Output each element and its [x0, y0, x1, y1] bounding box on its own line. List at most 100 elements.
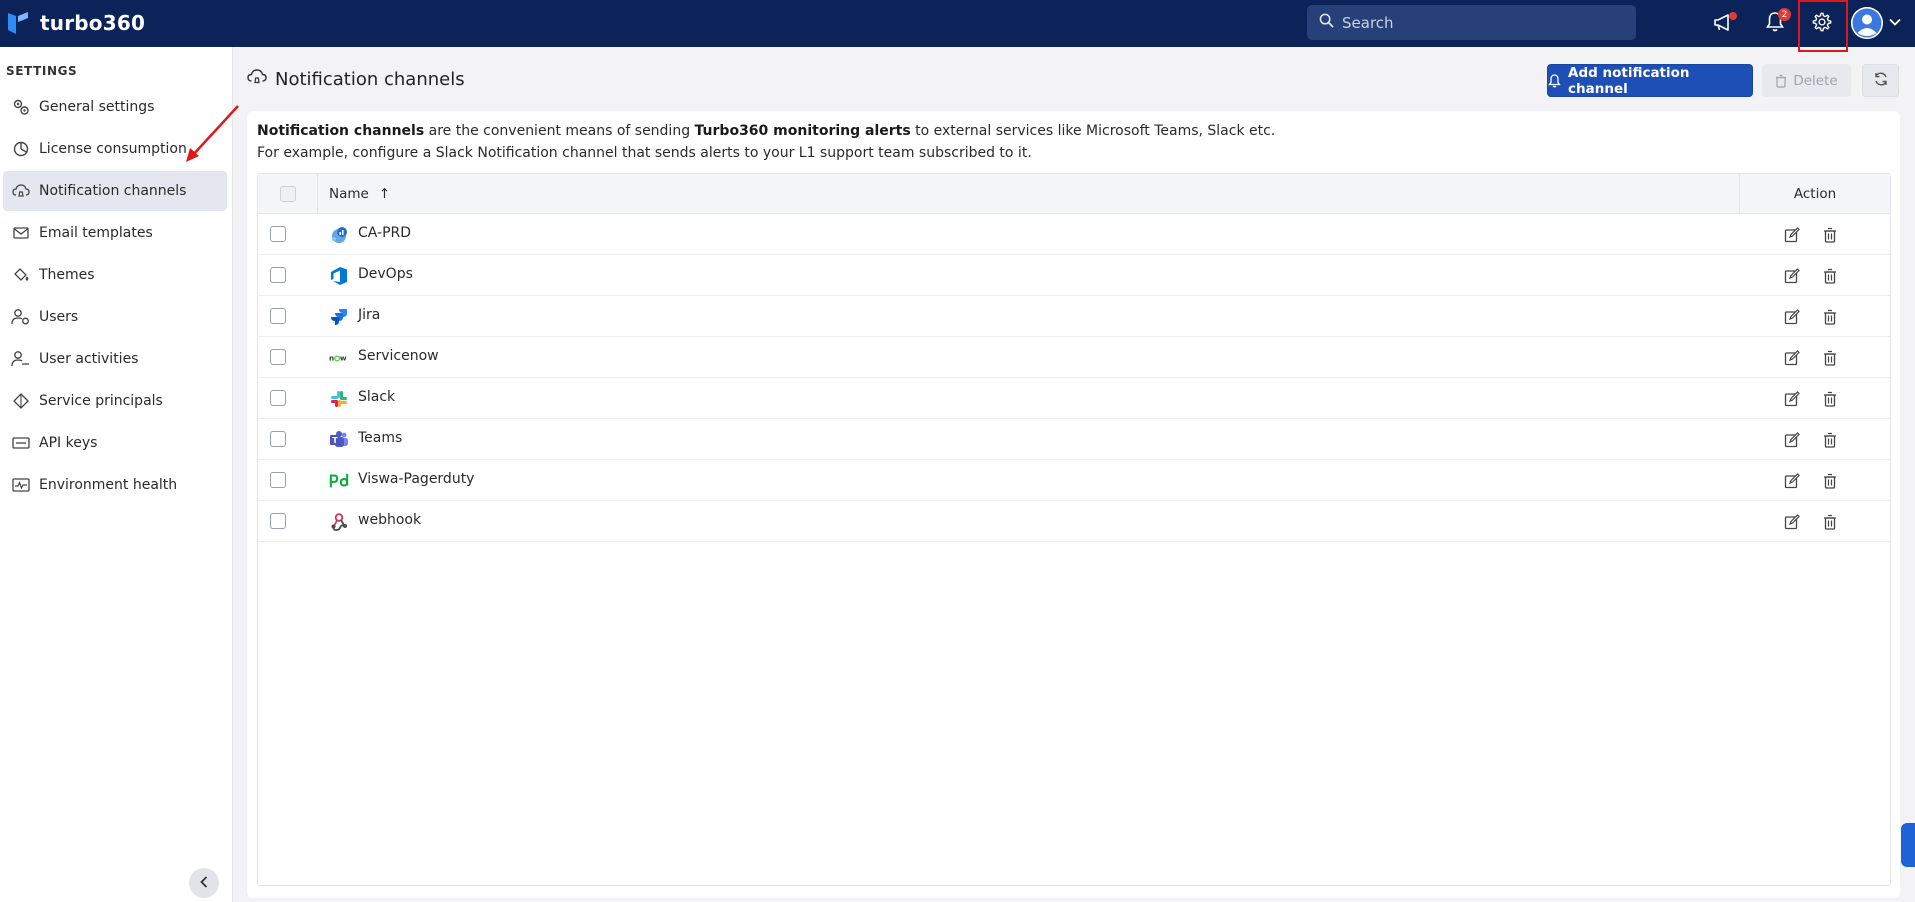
row-checkbox-cell [270, 308, 286, 324]
channel-name: Jira [358, 307, 381, 323]
row-checkbox[interactable] [270, 226, 286, 242]
row-checkbox-cell [270, 472, 286, 488]
row-checkbox-cell [270, 431, 286, 447]
turbo360-logo-icon [6, 10, 30, 36]
channel-name: CA-PRD [358, 225, 412, 241]
trash-icon[interactable] [1820, 225, 1840, 245]
row-checkbox[interactable] [270, 472, 286, 488]
key-card-icon [11, 433, 31, 453]
table-row[interactable]: CA-PRD [258, 214, 1890, 255]
sidebar-item-user-activities[interactable]: User activities [3, 339, 227, 379]
add-notification-channel-button[interactable]: Add notification channel [1547, 64, 1753, 97]
sidebar-item-service-principals[interactable]: Service principals [3, 381, 227, 421]
jira-icon [329, 307, 349, 327]
table-row[interactable]: Jira [258, 296, 1890, 337]
row-checkbox[interactable] [270, 431, 286, 447]
table-row[interactable]: Slack [258, 378, 1890, 419]
trash-icon[interactable] [1820, 266, 1840, 286]
edit-icon[interactable] [1782, 225, 1802, 245]
row-checkbox[interactable] [270, 390, 286, 406]
channel-name: Teams [358, 430, 403, 446]
sidebar-item-themes[interactable]: Themes [3, 255, 227, 295]
cloud-bell-icon [247, 68, 267, 90]
edit-icon[interactable] [1782, 348, 1802, 368]
description-line-2: For example, configure a Slack Notificat… [257, 145, 1032, 161]
sidebar-item-label: License consumption [39, 141, 187, 157]
notifications-button[interactable]: 2 [1761, 8, 1791, 38]
notifications-badge: 2 [1778, 8, 1791, 21]
table-row[interactable]: DevOps [258, 255, 1890, 296]
search-input[interactable] [1342, 13, 1622, 32]
pulse-icon [11, 475, 31, 495]
announcements-button[interactable] [1710, 10, 1738, 38]
row-checkbox-cell [270, 513, 286, 529]
delete-button[interactable]: Delete [1762, 64, 1851, 97]
svg-text:w: w [340, 354, 347, 363]
sidebar-item-email-templates[interactable]: Email templates [3, 213, 227, 253]
paint-bucket-icon [11, 265, 31, 285]
trash-icon[interactable] [1820, 512, 1840, 532]
edit-icon[interactable] [1782, 512, 1802, 532]
column-header-name[interactable]: Name ↑ [329, 174, 390, 214]
sidebar-item-notification-channels[interactable]: Notification channels [3, 171, 227, 211]
channel-name: Slack [358, 389, 396, 405]
channel-name: webhook [358, 512, 422, 528]
trash-icon[interactable] [1820, 430, 1840, 450]
row-checkbox-cell [270, 390, 286, 406]
table-row[interactable]: T Teams [258, 419, 1890, 460]
refresh-button[interactable] [1862, 64, 1899, 97]
edit-icon[interactable] [1782, 389, 1802, 409]
table-row[interactable]: nw Servicenow [258, 337, 1890, 378]
row-checkbox-cell [270, 226, 286, 242]
svg-text:n: n [329, 354, 334, 363]
channels-table: Name ↑ Action CA-PRD DevOps Jira n w Ser… [257, 173, 1891, 886]
user-avatar[interactable] [1851, 7, 1883, 39]
row-checkbox[interactable] [270, 308, 286, 324]
select-all-checkbox[interactable] [279, 186, 296, 202]
trash-icon[interactable] [1820, 389, 1840, 409]
announcement-dot [1729, 12, 1737, 20]
delete-button-label: Delete [1793, 72, 1838, 89]
description-text-1: are the convenient means of sending [424, 123, 695, 139]
edit-icon[interactable] [1782, 307, 1802, 327]
webhook-icon [329, 512, 349, 532]
search-icon [1319, 13, 1334, 32]
settings-sidebar: SETTINGS General settings License consum… [0, 47, 233, 902]
refresh-icon [1873, 71, 1889, 91]
brand-name: turbo360 [40, 11, 146, 35]
row-checkbox[interactable] [270, 267, 286, 283]
azure-devops-icon [329, 266, 349, 286]
trash-icon[interactable] [1820, 348, 1840, 368]
global-search[interactable] [1307, 5, 1636, 40]
settings-highlight-box [1798, 0, 1848, 52]
sidebar-item-users[interactable]: Users [3, 297, 227, 337]
servicenow-icon: nw [329, 348, 349, 368]
edit-icon[interactable] [1782, 266, 1802, 286]
edit-icon[interactable] [1782, 471, 1802, 491]
trash-icon [1775, 74, 1787, 88]
pagerduty-icon [329, 471, 349, 491]
row-checkbox[interactable] [270, 349, 286, 365]
azure-monitor-icon [329, 225, 349, 245]
teams-icon: T [329, 430, 349, 450]
sidebar-item-api-keys[interactable]: API keys [3, 423, 227, 463]
sidebar-item-label: General settings [39, 99, 155, 115]
feedback-side-tab[interactable] [1901, 823, 1915, 867]
row-checkbox[interactable] [270, 513, 286, 529]
edit-icon[interactable] [1782, 430, 1802, 450]
trash-icon[interactable] [1820, 307, 1840, 327]
table-row[interactable]: Viswa-Pagerduty [258, 460, 1890, 501]
table-row[interactable]: webhook [258, 501, 1890, 542]
cloud-bell-icon [11, 181, 31, 201]
slack-icon [329, 389, 349, 409]
sidebar-item-label: Users [39, 309, 79, 325]
brand-logo[interactable]: turbo360 [6, 10, 145, 36]
annotation-arrow-icon [186, 105, 239, 162]
sidebar-item-label: Environment health [39, 477, 178, 493]
trash-icon[interactable] [1820, 471, 1840, 491]
chevron-down-icon[interactable] [1888, 14, 1902, 33]
collapse-sidebar-button[interactable] [189, 868, 219, 898]
description-bold-2: Turbo360 monitoring alerts [694, 123, 911, 139]
sidebar-item-environment-health[interactable]: Environment health [3, 465, 227, 505]
description-line-1: Notification channels are the convenient… [257, 120, 1275, 142]
